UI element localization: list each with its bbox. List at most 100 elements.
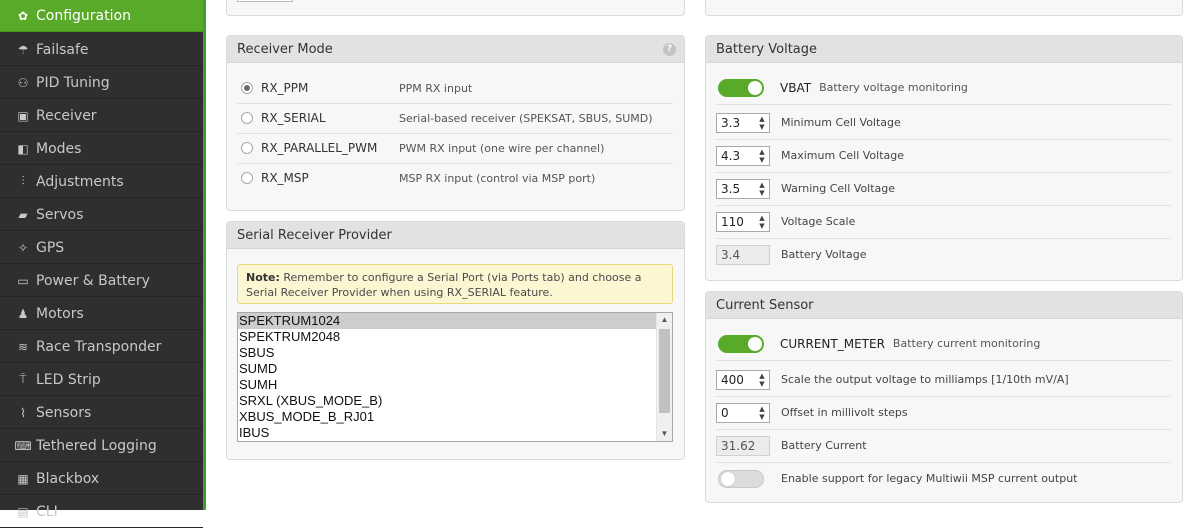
toggle-label: VBAT xyxy=(780,80,812,95)
sidebar-item-label: Configuration xyxy=(36,7,131,24)
note-label: Note: xyxy=(246,271,280,284)
satellite-icon: ✧ xyxy=(17,240,29,255)
battery-icon: ▭ xyxy=(17,273,29,288)
sidebar-item-cli[interactable]: ▤ CLI xyxy=(0,496,203,528)
sidebar-item-label: Modes xyxy=(36,140,82,157)
voltage-scale-row: 110 ▲ ▼ Voltage Scale xyxy=(716,205,1171,239)
rx-option-msp[interactable]: RX_MSP MSP RX input (control via MSP por… xyxy=(237,163,673,193)
spinner-icon[interactable]: ▲ ▼ xyxy=(757,181,767,197)
radio-button[interactable] xyxy=(241,82,253,94)
sidebar-item-tethered-logging[interactable]: ⌨ Tethered Logging xyxy=(0,430,203,462)
rx-option-parallel-pwm[interactable]: RX_PARALLEL_PWM PWM RX input (one wire p… xyxy=(237,133,673,164)
rx-option-name: RX_MSP xyxy=(261,171,309,185)
setting-label: Voltage Scale xyxy=(781,215,856,228)
sidebar-item-label: GPS xyxy=(36,239,65,256)
list-item[interactable]: SUMD xyxy=(238,361,672,377)
list-item[interactable]: XBUS_MODE_B_RJ01 xyxy=(238,409,672,425)
switches-icon: ◧ xyxy=(17,141,29,156)
spinner-icon[interactable]: ▲ ▼ xyxy=(757,214,767,230)
scroll-down-arrow-icon[interactable]: ▼ xyxy=(657,427,672,441)
current-meter-toggle[interactable] xyxy=(718,334,764,353)
input-value: 4.3 xyxy=(721,148,741,163)
list-item[interactable]: SUMH xyxy=(238,377,672,393)
rx-option-desc: PPM RX input xyxy=(399,81,473,95)
battery-current-row: 31.62 Battery Current xyxy=(716,429,1171,463)
setting-label: Battery Current xyxy=(781,439,867,452)
sidebar-item-servos[interactable]: ▰ Servos xyxy=(0,199,203,231)
rx-option-desc: Serial-based receiver (SPEKSAT, SBUS, SU… xyxy=(399,111,653,125)
sidebar-item-motors[interactable]: ♟ Motors xyxy=(0,298,203,330)
radio-button[interactable] xyxy=(241,172,253,184)
current-scale-input[interactable]: 400 ▲ ▼ xyxy=(716,369,770,390)
previous-panel-input[interactable] xyxy=(237,0,293,2)
sidebar-item-receiver[interactable]: ▣ Receiver xyxy=(0,100,203,132)
current-meter-toggle-row: CURRENT_METER Battery current monitoring xyxy=(716,327,1171,361)
sidebar-item-configuration[interactable]: ✿ Configuration xyxy=(0,0,203,32)
max-cell-voltage-input[interactable]: 4.3 ▲ ▼ xyxy=(716,145,770,166)
sidebar-item-failsafe[interactable]: ☂ Failsafe xyxy=(0,34,203,66)
receiver-icon: ▣ xyxy=(17,108,29,123)
servo-icon: ▰ xyxy=(18,207,28,222)
rx-option-ppm[interactable]: RX_PPM PPM RX input xyxy=(237,73,673,104)
radio-button[interactable] xyxy=(241,112,253,124)
sidebar-item-pid-tuning[interactable]: ⚇ PID Tuning xyxy=(0,67,203,99)
sidebar-item-gps[interactable]: ✧ GPS xyxy=(0,232,203,264)
sidebar-item-label: LED Strip xyxy=(36,371,101,388)
rx-option-name: RX_SERIAL xyxy=(261,111,326,125)
radio-button[interactable] xyxy=(241,142,253,154)
setting-label: Enable support for legacy Multiwii MSP c… xyxy=(781,472,1078,485)
rx-option-desc: PWM RX input (one wire per channel) xyxy=(399,141,605,155)
previous-panel-right xyxy=(705,0,1183,16)
spinner-icon[interactable]: ▲ ▼ xyxy=(757,405,767,421)
input-value: 0 xyxy=(721,405,729,420)
hierarchy-icon: ⚇ xyxy=(17,75,29,90)
serial-receiver-provider-panel: Serial Receiver Provider Note: Remember … xyxy=(226,221,685,460)
input-value: 400 xyxy=(721,372,744,387)
sidebar-item-power-battery[interactable]: ▭ Power & Battery xyxy=(0,265,203,297)
battery-voltage-panel: Battery Voltage VBAT Battery voltage mon… xyxy=(705,35,1183,281)
sidebar-item-adjustments[interactable]: ⫶ Adjustments xyxy=(0,166,203,198)
panel-title: Current Sensor xyxy=(706,292,1182,319)
sidebar-item-label: Adjustments xyxy=(36,173,124,190)
serial-provider-listbox[interactable]: SPEKTRUM1024 SPEKTRUM2048 SBUS SUMD SUMH… xyxy=(237,312,673,442)
current-sensor-panel: Current Sensor CURRENT_METER Battery cur… xyxy=(705,291,1183,503)
list-item[interactable]: SPEKTRUM1024 xyxy=(238,313,672,329)
list-item[interactable]: SBUS xyxy=(238,345,672,361)
spinner-icon[interactable]: ▲ ▼ xyxy=(757,372,767,388)
motor-icon: ♟ xyxy=(17,306,29,321)
warning-cell-voltage-input[interactable]: 3.5 ▲ ▼ xyxy=(716,178,770,199)
listbox-scrollbar[interactable]: ▲ ▼ xyxy=(656,313,672,441)
spinner-icon[interactable]: ▲ ▼ xyxy=(757,115,767,131)
battery-current-readout: 31.62 xyxy=(716,435,770,456)
sidebar-item-label: Tethered Logging xyxy=(36,437,157,454)
scrollbar-thumb[interactable] xyxy=(659,329,670,413)
list-item[interactable]: SPEKTRUM2048 xyxy=(238,329,672,345)
setting-label: Warning Cell Voltage xyxy=(781,182,896,195)
previous-panel-left xyxy=(226,0,685,16)
sidebar-item-sensors[interactable]: ⌇ Sensors xyxy=(0,397,203,429)
scroll-up-arrow-icon[interactable]: ▲ xyxy=(657,313,672,327)
current-offset-input[interactable]: 0 ▲ ▼ xyxy=(716,402,770,423)
help-icon[interactable]: ? xyxy=(663,43,676,56)
voltage-scale-input[interactable]: 110 ▲ ▼ xyxy=(716,211,770,232)
blackbox-icon: ▦ xyxy=(17,471,29,486)
vbat-toggle-row: VBAT Battery voltage monitoring xyxy=(716,71,1171,105)
sidebar-item-label: Sensors xyxy=(36,404,92,421)
toggle-label: CURRENT_METER xyxy=(780,336,885,351)
max-cell-row: 4.3 ▲ ▼ Maximum Cell Voltage xyxy=(716,139,1171,173)
spinner-icon[interactable]: ▲ ▼ xyxy=(757,148,767,164)
sidebar-item-race-transponder[interactable]: ≋ Race Transponder xyxy=(0,331,203,363)
sliders-icon: ⫶ xyxy=(21,174,25,188)
list-item[interactable]: SRXL (XBUS_MODE_B) xyxy=(238,393,672,409)
list-item[interactable]: IBUS xyxy=(238,425,672,441)
vbat-toggle[interactable] xyxy=(718,78,764,97)
sidebar-item-blackbox[interactable]: ▦ Blackbox xyxy=(0,463,203,495)
rx-option-serial[interactable]: RX_SERIAL Serial-based receiver (SPEKSAT… xyxy=(237,103,673,134)
legacy-msp-row: Enable support for legacy Multiwii MSP c… xyxy=(716,462,1171,495)
sidebar-item-modes[interactable]: ◧ Modes xyxy=(0,133,203,165)
min-cell-voltage-input[interactable]: 3.3 ▲ ▼ xyxy=(716,112,770,133)
sidebar-item-label: PID Tuning xyxy=(36,74,110,91)
input-value: 3.3 xyxy=(721,115,741,130)
legacy-msp-toggle[interactable] xyxy=(718,469,764,488)
sidebar-item-led-strip[interactable]: ⍑ LED Strip xyxy=(0,364,203,396)
